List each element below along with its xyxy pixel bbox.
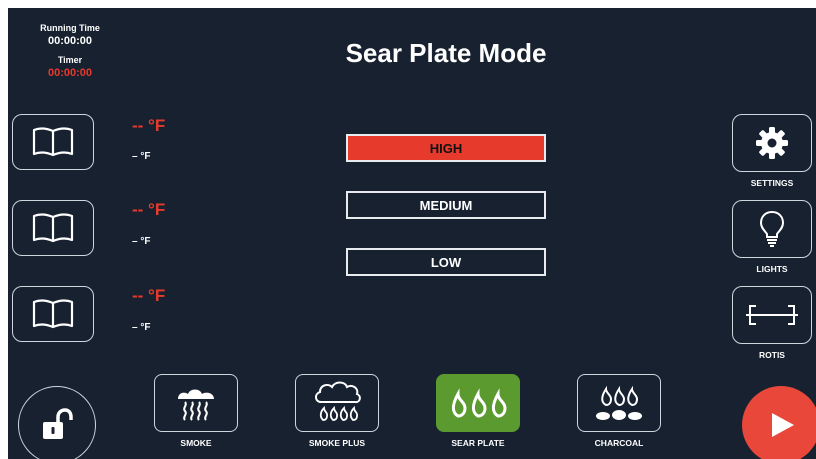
book-icon <box>32 213 74 243</box>
timer-value: 00:00:00 <box>47 67 93 79</box>
probe-2-temp: -- °F <box>132 200 166 219</box>
sear-plate-mode-button[interactable] <box>436 374 520 432</box>
probe-3-temp: -- °F <box>132 286 166 305</box>
smoke-plus-mode-button[interactable] <box>295 374 379 432</box>
heat-medium-button[interactable]: MEDIUM <box>346 191 546 219</box>
book-icon <box>32 127 74 157</box>
probe-2-setpoint: – °F <box>132 236 151 247</box>
lightbulb-icon <box>759 210 785 247</box>
lock-button[interactable] <box>18 386 96 459</box>
settings-label: SETTINGS <box>750 178 794 188</box>
smoke-plus-icon <box>315 381 361 421</box>
charcoal-mode-label: CHARCOAL <box>594 438 644 448</box>
probe-3-button[interactable] <box>12 286 94 342</box>
smoke-mode-label: SMOKE <box>180 438 212 448</box>
page-title: Sear Plate Mode <box>345 38 547 68</box>
unlock-icon <box>43 408 73 439</box>
probe-2-button[interactable] <box>12 200 94 256</box>
timer-label: Timer <box>57 55 83 65</box>
probe-1-button[interactable] <box>12 114 94 170</box>
rotis-button[interactable] <box>732 286 812 344</box>
gear-icon <box>756 127 788 159</box>
play-icon <box>772 413 794 437</box>
probe-1-temp: -- °F <box>132 116 166 135</box>
grill-control-screen: Running Time 00:00:00 Timer 00:00:00 Sea… <box>8 8 816 459</box>
lights-label: LIGHTS <box>756 264 788 274</box>
sear-plate-mode-label: SEAR PLATE <box>451 438 505 448</box>
smoke-plus-mode-label: SMOKE PLUS <box>308 438 366 448</box>
probe-1-setpoint: – °F <box>132 151 151 162</box>
running-time-label: Running Time <box>40 23 100 33</box>
timers-panel: Running Time 00:00:00 Timer 00:00:00 <box>30 22 110 86</box>
running-time-value: 00:00:00 <box>47 35 93 47</box>
heat-high-button[interactable]: HIGH <box>346 134 546 162</box>
heat-low-button[interactable]: LOW <box>346 248 546 276</box>
start-button[interactable] <box>742 386 816 459</box>
charcoal-mode-button[interactable] <box>577 374 661 432</box>
charcoal-icon <box>596 385 642 420</box>
book-icon <box>32 299 74 329</box>
smoke-icon <box>178 389 214 421</box>
probe-3-setpoint: – °F <box>132 322 151 333</box>
rotisserie-icon <box>746 305 798 325</box>
flames-icon <box>452 388 507 418</box>
lights-button[interactable] <box>732 200 812 258</box>
settings-button[interactable] <box>732 114 812 172</box>
rotis-label: ROTIS <box>759 350 785 360</box>
smoke-mode-button[interactable] <box>154 374 238 432</box>
